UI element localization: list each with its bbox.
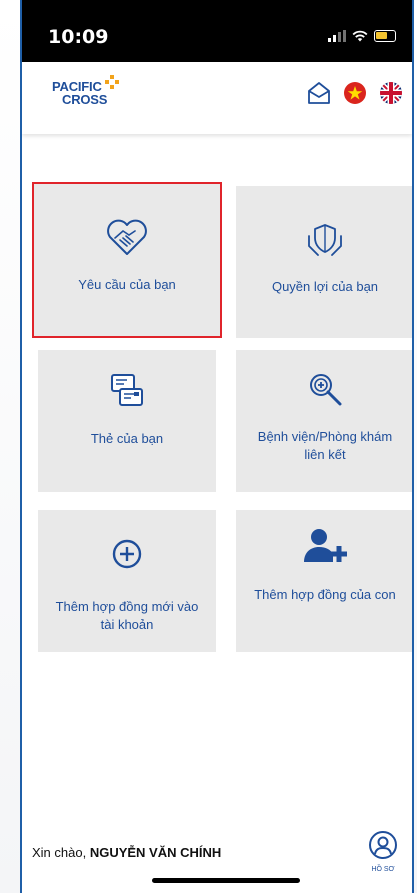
tile-cards-label: Thẻ của bạn <box>90 431 164 446</box>
add-user-icon <box>304 529 347 562</box>
cards-icon <box>111 374 143 406</box>
profile-label: HỒ SƠ <box>371 866 395 873</box>
tile-requests[interactable]: Yêu cầu của bạn <box>32 182 222 338</box>
tile-hospitals[interactable]: Bệnh viện/Phòng khám liên kết <box>236 350 412 492</box>
logo-cross-icon <box>105 75 119 89</box>
vietnam-flag-icon[interactable] <box>342 80 368 106</box>
tile-add-child-contract-label: Thêm hợp đồng của con <box>254 587 396 602</box>
status-time: 10:09 <box>48 26 109 48</box>
profile-button[interactable]: HỒ SƠ <box>366 830 400 873</box>
uk-flag-icon[interactable] <box>378 80 404 106</box>
home-indicator[interactable] <box>152 878 300 883</box>
status-bar: 10:09 <box>22 0 412 62</box>
user-name: NGUYỄN VĂN CHÍNH <box>89 845 222 860</box>
logo-line2: CROSS <box>62 92 108 107</box>
battery-icon <box>374 30 396 42</box>
greeting: Xin chào, NGUYỄN VĂN CHÍNH <box>32 845 221 860</box>
tile-add-child-contract[interactable]: Thêm hợp đồng của con <box>236 510 412 652</box>
tile-requests-label: Yêu cầu của bạn <box>78 277 176 292</box>
shield-hands-icon <box>308 224 342 256</box>
tile-benefits-label: Quyền lợi của bạn <box>271 279 379 294</box>
pacific-cross-logo[interactable]: PACIFIC CROSS <box>52 75 152 120</box>
signal-icon <box>328 30 346 42</box>
tile-add-contract-label: Thêm hợp đồng mới vào tài khoản <box>55 599 199 632</box>
wifi-icon <box>352 30 368 42</box>
header-icons <box>306 80 404 106</box>
profile-icon <box>369 831 397 859</box>
background-left <box>0 0 20 893</box>
app-header: PACIFIC CROSS <box>22 62 412 134</box>
tile-hospitals-label: Bệnh viện/Phòng khám liên kết <box>257 429 393 462</box>
search-plus-icon <box>310 374 342 406</box>
tile-cards[interactable]: Thẻ của bạn <box>38 350 216 492</box>
mail-icon[interactable] <box>306 80 332 106</box>
heart-handshake-icon <box>107 219 147 255</box>
phone-screen: 10:09 PACIFIC CROSS Yêu cầu của bạn Quyề… <box>20 0 414 893</box>
tile-add-contract[interactable]: Thêm hợp đồng mới vào tài khoản <box>38 510 216 652</box>
greeting-prefix: Xin chào, <box>32 845 90 860</box>
status-icons <box>328 30 396 42</box>
circle-plus-icon <box>112 539 142 569</box>
tile-benefits[interactable]: Quyền lợi của bạn <box>236 186 412 338</box>
